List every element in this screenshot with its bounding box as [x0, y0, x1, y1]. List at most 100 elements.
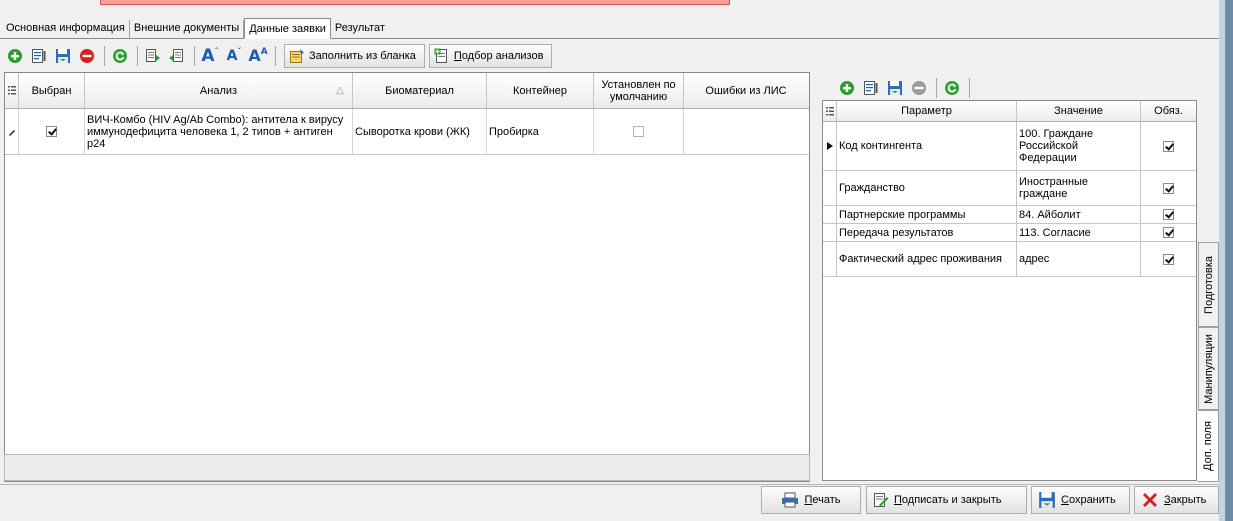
param-edit-button[interactable] — [860, 77, 882, 99]
toolbar-separator — [275, 46, 276, 66]
param-add-button[interactable] — [836, 77, 858, 99]
params-grid[interactable]: Параметр Значение Обяз. Код контингента 1… — [822, 100, 1197, 481]
save-icon — [888, 81, 902, 95]
required-checkbox[interactable] — [1163, 253, 1174, 265]
col-header-analysis[interactable]: Анализ △ — [85, 73, 353, 108]
tab-main-info[interactable]: Основная информация — [2, 20, 130, 38]
arrow-down-icon: ˇ — [237, 47, 242, 56]
col-header-value[interactable]: Значение — [1017, 101, 1141, 121]
main-tabs: Основная информация Внешние документы Да… — [0, 18, 1219, 39]
column-chooser-button[interactable] — [5, 73, 19, 108]
analyses-grid[interactable]: Выбран Анализ △ Биоматериал Контейнер Ус… — [4, 72, 810, 482]
cell-required[interactable] — [1141, 224, 1196, 241]
col-header-lis-errors[interactable]: Ошибки из ЛИС — [684, 73, 808, 108]
table-row[interactable]: ВИЧ-Комбо (HIV Ag/Ab Combo): антитела к … — [5, 109, 809, 155]
cell-value[interactable]: 100. Граждане Российской Федерации — [1017, 122, 1141, 170]
tab-manipulations[interactable]: Манипуляции — [1198, 327, 1219, 410]
column-chooser-icon — [7, 86, 16, 95]
refresh-icon — [113, 49, 127, 63]
cell-lis-errors — [684, 109, 808, 154]
analysis-selection-label: Подбор анализов — [454, 50, 544, 62]
cell-required[interactable] — [1141, 242, 1196, 276]
save-button[interactable]: Сохранить — [1031, 486, 1130, 514]
font-reset-button[interactable]: AA — [247, 45, 269, 67]
cell-value[interactable]: Иностранные граждане — [1017, 171, 1141, 205]
font-decrease-button[interactable]: Aˇ — [223, 45, 245, 67]
main-toolbar: Aˆ Aˇ AA Заполнить из бланка Подбор анал… — [4, 42, 659, 70]
analysis-selection-button[interactable]: Подбор анализов — [428, 44, 553, 68]
cell-value[interactable]: 84. Айболит — [1017, 206, 1141, 223]
sign-doc-icon — [874, 493, 889, 507]
row-indicator — [823, 224, 837, 241]
cell-required[interactable] — [1141, 122, 1196, 170]
footer-divider — [0, 484, 1219, 485]
sign-and-close-button[interactable]: Подписать и закрыть — [866, 486, 1027, 514]
window-border-outer — [1225, 0, 1233, 521]
analysis-selection-text: одбор анализов — [461, 50, 544, 62]
cell-required[interactable] — [1141, 206, 1196, 223]
close-x-icon — [1143, 493, 1157, 507]
close-button[interactable]: Закрыть — [1134, 486, 1219, 514]
param-delete-button[interactable] — [908, 77, 930, 99]
cell-required[interactable] — [1141, 171, 1196, 205]
param-refresh-button[interactable] — [941, 77, 963, 99]
required-checkbox[interactable] — [1163, 227, 1174, 238]
cell-default[interactable] — [594, 109, 684, 154]
cell-selected[interactable] — [19, 109, 85, 154]
column-chooser-button[interactable] — [823, 101, 837, 121]
cell-param: Фактический адрес проживания — [837, 242, 1017, 276]
close-label: Закрыть — [1164, 494, 1206, 506]
delete-button[interactable] — [76, 45, 98, 67]
tab-manipulations-label: Манипуляции — [1202, 333, 1215, 404]
table-row[interactable]: Гражданство Иностранные граждане — [823, 171, 1196, 206]
fill-from-form-button[interactable]: Заполнить из бланка — [284, 44, 425, 68]
selected-checkbox[interactable] — [46, 126, 57, 137]
save-icon — [1039, 492, 1055, 508]
col-header-required[interactable]: Обяз. — [1141, 101, 1196, 121]
tab-extra-fields[interactable]: Доп. поля — [1198, 410, 1219, 482]
close-accel: З — [1164, 494, 1171, 506]
tab-request-data[interactable]: Данные заявки — [244, 18, 331, 39]
table-row[interactable]: Передача результатов 113. Согласие — [823, 224, 1196, 242]
col-header-selected[interactable]: Выбран — [19, 73, 85, 108]
save-toolbar-button[interactable] — [52, 45, 74, 67]
table-row[interactable]: Фактический адрес проживания адрес — [823, 242, 1196, 277]
tab-external-docs[interactable]: Внешние документы — [130, 20, 245, 38]
tab-preparation[interactable]: Подготовка — [1198, 242, 1219, 327]
params-toolbar — [836, 75, 996, 101]
paste-doc-icon — [169, 49, 183, 62]
edit-button[interactable] — [28, 45, 50, 67]
print-button[interactable]: Печать — [761, 486, 861, 514]
close-text: акрыть — [1170, 494, 1207, 506]
col-header-default[interactable]: Установлен по умолчанию — [594, 73, 684, 108]
col-header-analysis-label: Анализ — [199, 84, 238, 97]
param-save-button[interactable] — [884, 77, 906, 99]
required-checkbox[interactable] — [1163, 209, 1174, 220]
table-row[interactable]: Партнерские программы 84. Айболит — [823, 206, 1196, 224]
column-chooser-icon — [825, 106, 834, 115]
error-banner — [100, 0, 730, 5]
required-checkbox[interactable] — [1163, 182, 1174, 194]
font-increase-button[interactable]: Aˆ — [199, 45, 221, 67]
current-row-icon — [826, 142, 833, 150]
col-header-param[interactable]: Параметр — [837, 101, 1017, 121]
copy-button[interactable] — [142, 45, 164, 67]
delete-icon — [80, 49, 94, 63]
default-checkbox[interactable] — [633, 126, 644, 137]
tab-preparation-label: Подготовка — [1202, 255, 1215, 314]
paste-button[interactable] — [166, 45, 188, 67]
cell-value[interactable]: адрес — [1017, 242, 1141, 276]
refresh-button[interactable] — [109, 45, 131, 67]
print-label: Печать — [804, 494, 840, 506]
cell-param: Код контингента — [837, 122, 1017, 170]
col-header-container[interactable]: Контейнер — [487, 73, 594, 108]
tab-result[interactable]: Результат — [331, 20, 389, 38]
add-button[interactable] — [4, 45, 26, 67]
col-header-biomaterial[interactable]: Биоматериал — [353, 73, 487, 108]
required-checkbox[interactable] — [1163, 140, 1174, 152]
table-row[interactable]: Код контингента 100. Граждане Российской … — [823, 122, 1196, 171]
row-indicator — [823, 242, 837, 276]
sign-text: одписать и закрыть — [901, 494, 1002, 506]
cell-value[interactable]: 113. Согласие — [1017, 224, 1141, 241]
row-indicator — [823, 122, 837, 170]
